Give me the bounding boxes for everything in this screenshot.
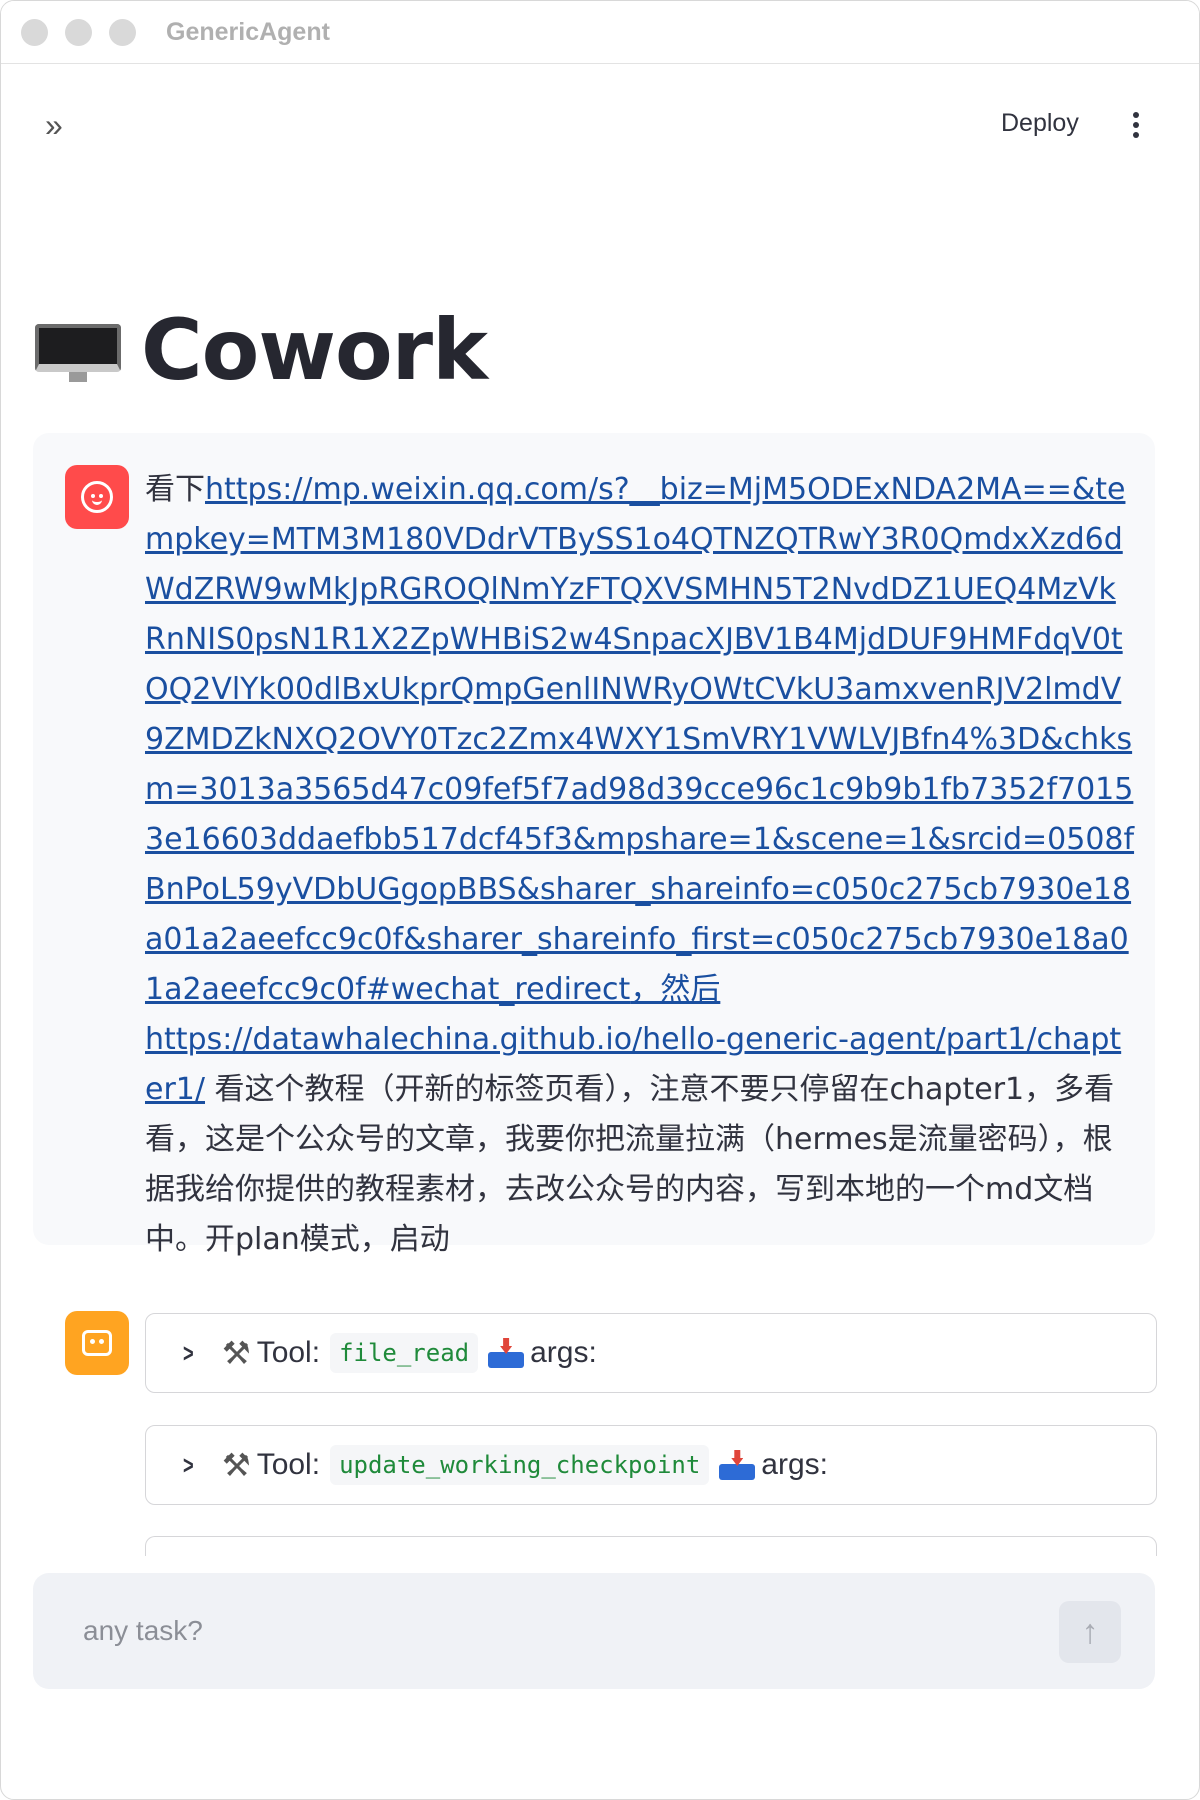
tool-name: update_working_checkpoint <box>330 1445 710 1485</box>
expand-sidebar-icon[interactable]: » <box>45 109 63 141</box>
tool-call-expander[interactable]: > ⚒ Tool: file_read args: <box>145 1313 1157 1393</box>
deploy-button[interactable]: Deploy <box>1001 109 1079 138</box>
args-label: args: <box>761 1448 828 1481</box>
page-title: Cowork <box>33 301 488 399</box>
zoom-window-button[interactable] <box>109 18 136 46</box>
tool-label: Tool: <box>256 1336 321 1369</box>
hammer-wrench-icon: ⚒ <box>222 1335 251 1371</box>
user-chat-message: 看下https://mp.weixin.qq.com/s?__biz=MjM5O… <box>33 433 1155 1257</box>
app-header: » Deploy <box>1 101 1199 151</box>
args-label: args: <box>530 1336 597 1369</box>
assistant-avatar-icon <box>65 1311 129 1375</box>
inbox-tray-icon <box>719 1450 756 1480</box>
hammer-wrench-icon: ⚒ <box>222 1447 251 1483</box>
window-controls <box>21 18 136 46</box>
main-menu-icon[interactable] <box>1126 109 1146 141</box>
user-avatar-icon <box>65 465 129 529</box>
chat-input[interactable] <box>83 1609 983 1653</box>
tool-call-expander[interactable]: > ⚒ Tool: update_working_checkpoint args… <box>145 1425 1157 1505</box>
close-window-button[interactable] <box>21 18 48 46</box>
user-message-text: 看下https://mp.weixin.qq.com/s?__biz=MjM5O… <box>145 465 1135 1265</box>
send-arrow-icon[interactable]: ↑ <box>1059 1601 1121 1663</box>
tool-name: file_read <box>330 1333 479 1373</box>
page-title-text: Cowork <box>141 301 488 399</box>
weixin-article-link[interactable]: https://mp.weixin.qq.com/s?__biz=MjM5ODE… <box>145 472 1134 1007</box>
chevron-right-icon: > <box>183 1337 194 1368</box>
tool-label: Tool: <box>256 1448 321 1481</box>
chat-input-container: ↑ <box>33 1573 1155 1689</box>
inbox-tray-icon <box>488 1338 525 1368</box>
title-bar: GenericAgent <box>1 1 1199 64</box>
tool-call-expander-partial[interactable] <box>145 1536 1157 1556</box>
minimize-window-button[interactable] <box>65 18 92 46</box>
message-prefix: 看下 <box>145 472 205 507</box>
message-suffix: 看这个教程（开新的标签页看），注意不要只停留在chapter1，多看看，这是个公… <box>145 1072 1115 1257</box>
app-window: GenericAgent » Deploy Cowork 看下https://m… <box>0 0 1200 1800</box>
message-middle-text: ，然后 <box>630 972 721 1007</box>
chevron-right-icon: > <box>183 1449 194 1480</box>
window-title: GenericAgent <box>166 17 330 46</box>
desktop-computer-icon <box>33 314 123 386</box>
